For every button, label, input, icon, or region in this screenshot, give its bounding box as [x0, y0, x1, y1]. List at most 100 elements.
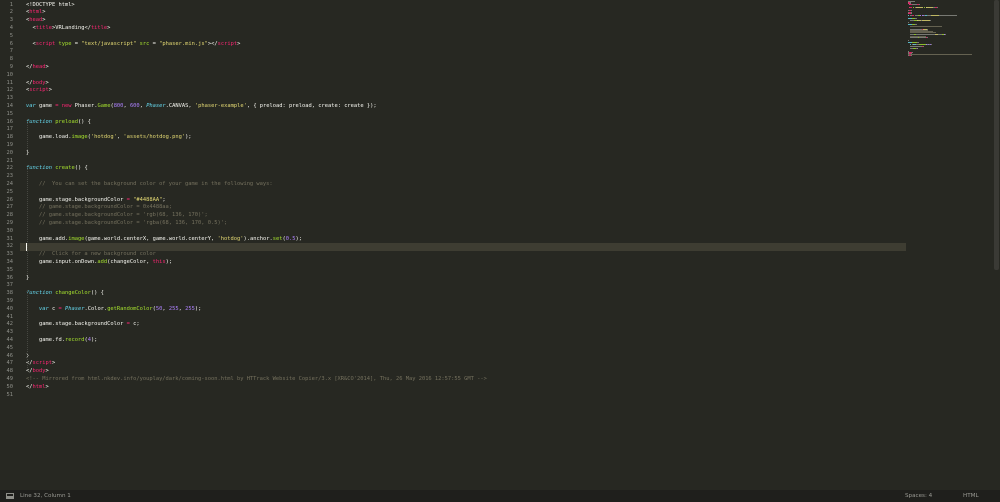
code-line[interactable]: var game = new Phaser.Game(800, 600, Pha…	[26, 103, 377, 111]
minimap-stroke	[914, 24, 917, 26]
line-number-gutter: 1 2 3 4 5 6 7 8 9 10 11 12 13 14 15 16 17 18 19 20 21 22 23 24 2…	[0, 0, 20, 490]
minimap-stroke	[909, 26, 943, 28]
code-line[interactable]: </body>	[26, 80, 49, 88]
code-token: Phaser.	[71, 102, 98, 109]
code-token: 'assets/hotdog.png'	[123, 134, 186, 141]
code-token: getRandomColor	[107, 305, 153, 312]
code-token: <!DOCTYPE html>	[26, 1, 75, 8]
code-token: .Color.	[84, 305, 108, 312]
line-number: 19	[6, 141, 14, 148]
line-number: 34	[6, 258, 14, 265]
code-line[interactable]: game.stage.backgroundColor = c;	[26, 321, 140, 329]
code-token: >	[48, 87, 52, 94]
code-line[interactable]: game.add.image(game.world.centerX, game.…	[26, 236, 302, 244]
code-token: body	[32, 368, 46, 375]
code-token: );	[185, 134, 192, 141]
line-number: 23	[6, 173, 14, 180]
code-token: , { preload: preload, create: create });	[246, 102, 377, 109]
line-number: 25	[6, 188, 14, 195]
code-line[interactable]: game.input.onDown.add(changeColor, this)…	[26, 259, 172, 267]
code-line[interactable]: <script>	[26, 87, 52, 95]
code-token: >	[237, 40, 241, 47]
code-token: game.stage.backgroundColor	[26, 321, 127, 328]
code-line[interactable]: </body>	[26, 368, 49, 376]
code-line[interactable]: // Click for a new background color	[26, 251, 156, 259]
code-token: (changeColor,	[107, 258, 153, 265]
line-number: 13	[6, 95, 14, 102]
code-line[interactable]: }	[26, 275, 29, 283]
code-token: 600	[129, 102, 140, 109]
minimap-stroke	[919, 4, 920, 6]
line-number: 1	[9, 1, 13, 8]
code-line[interactable]: // game.stage.backgroundColor = 'rgba(68…	[26, 220, 227, 228]
line-number: 11	[6, 79, 14, 86]
code-line[interactable]: </html>	[26, 384, 49, 392]
indent-guide	[27, 290, 28, 369]
line-number: 44	[6, 336, 14, 343]
minimap-stroke	[917, 41, 919, 43]
minimap-stroke	[910, 9, 912, 11]
line-number: 40	[6, 305, 14, 312]
indentation-setting[interactable]: Spaces: 4	[905, 493, 932, 499]
code-line[interactable]: }	[26, 150, 29, 158]
minimap-stroke	[911, 13, 912, 15]
code-token: "text/javascript"	[81, 40, 137, 47]
code-line[interactable]: <!-- Mirrored from html.nkdev.info/youpl…	[26, 376, 487, 384]
code-token: =	[149, 40, 160, 47]
code-line[interactable]: <script type = "text/javascript" src = "…	[26, 41, 240, 49]
scrollbar-thumb[interactable]	[994, 0, 999, 270]
line-number: 46	[6, 352, 14, 359]
minimap-stroke	[945, 34, 947, 35]
syntax-mode[interactable]: HTML	[963, 493, 979, 499]
line-number: 41	[6, 313, 14, 320]
code-token: image	[68, 235, 85, 242]
code-line[interactable]: game.load.image('hotdog', 'assets/hotdog…	[26, 134, 192, 142]
code-token: <!-- Mirrored from html.nkdev.info/youpl…	[26, 375, 487, 382]
code-line[interactable]: var c = Phaser.Color.getRandomColor(50, …	[26, 306, 201, 314]
code-token: script	[29, 87, 49, 94]
code-line[interactable]: <html>	[26, 9, 45, 17]
code-token: >	[45, 383, 49, 390]
code-line[interactable]: function create() {	[26, 165, 88, 173]
line-number: 50	[6, 383, 14, 390]
minimap-stroke	[909, 31, 936, 33]
code-line[interactable]: </head>	[26, 64, 49, 72]
code-token: this	[152, 258, 166, 265]
code-token: add	[97, 258, 108, 265]
panel-toggle-icon[interactable]	[6, 492, 14, 499]
code-token: >	[45, 63, 49, 70]
code-line[interactable]: <!DOCTYPE html>	[26, 2, 75, 10]
code-line[interactable]: <title>VRLanding</title>	[26, 25, 110, 33]
code-token: 255	[185, 305, 195, 312]
code-token: >VRLanding</	[51, 24, 91, 31]
minimap[interactable]	[908, 0, 992, 60]
vertical-scrollbar[interactable]	[993, 0, 1000, 490]
code-line[interactable]: </script>	[26, 360, 55, 368]
code-token: () {	[74, 165, 88, 172]
line-number: 9	[9, 63, 13, 70]
code-token: );	[90, 336, 98, 343]
line-number: 21	[6, 157, 14, 164]
code-line[interactable]: // game.stage.backgroundColor = 'rgb(68,…	[26, 212, 208, 220]
minimap-stroke	[908, 41, 912, 43]
code-text-area[interactable]: <!DOCTYPE html> <html> <head> <title>VRLan…	[26, 0, 906, 490]
code-line[interactable]: game.stage.backgroundColor = "#4488AA";	[26, 197, 166, 205]
code-line[interactable]: // game.stage.backgroundColor = 0x4488aa…	[26, 204, 172, 212]
line-number: 7	[9, 48, 13, 55]
code-token: >	[51, 360, 56, 367]
line-number: 6	[9, 40, 13, 47]
code-token: }	[26, 149, 30, 156]
code-line[interactable]: function preload() {	[26, 119, 91, 127]
line-number: 48	[6, 368, 14, 375]
code-editor[interactable]: 1 2 3 4 5 6 7 8 9 10 11 12 13 14 15 16 17 18 19 20 21 22 23 24 2…	[0, 0, 993, 490]
line-number: 3	[9, 17, 13, 24]
line-number: 20	[6, 149, 14, 156]
line-number: 16	[6, 118, 14, 125]
code-token: html	[29, 9, 43, 16]
code-token: var	[26, 102, 36, 109]
code-token: );	[194, 305, 202, 312]
code-line[interactable]: <head>	[26, 17, 45, 25]
code-line[interactable]: function changeColor() {	[26, 290, 104, 298]
code-line[interactable]: // You can set the background color of y…	[26, 181, 273, 189]
code-line[interactable]: game.fd.record(4);	[26, 337, 97, 345]
